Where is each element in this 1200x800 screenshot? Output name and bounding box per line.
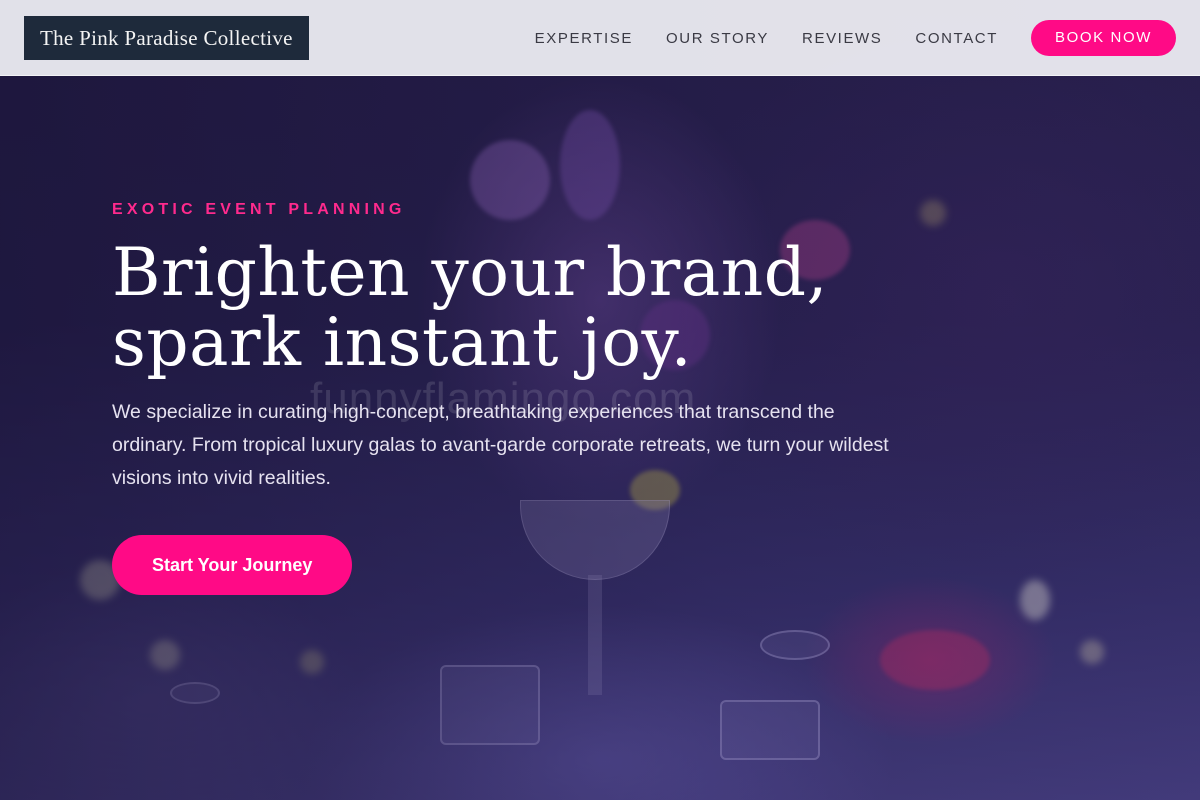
nav-link-reviews[interactable]: REVIEWS <box>802 30 882 47</box>
page: funnyflamingo.com The Pink Paradise Coll… <box>0 0 1200 800</box>
hero-eyebrow: EXOTIC EVENT PLANNING <box>112 201 406 218</box>
nav-link-expertise[interactable]: EXPERTISE <box>535 30 633 47</box>
site-logo[interactable]: The Pink Paradise Collective <box>24 16 309 60</box>
book-now-button[interactable]: BOOK NOW <box>1031 20 1176 56</box>
hero-headline-line-1: Brighten your brand, <box>112 234 828 311</box>
hero-headline-line-2: spark instant joy. <box>112 304 693 381</box>
hero-intro-text: We specialize in curating high-concept, … <box>112 401 889 489</box>
main-nav: EXPERTISE OUR STORY REVIEWS CONTACT BOOK… <box>535 20 1176 56</box>
start-journey-button[interactable]: Start Your Journey <box>112 535 353 595</box>
hero-content: EXOTIC EVENT PLANNING Brighten your bran… <box>112 198 912 595</box>
nav-link-our-story[interactable]: OUR STORY <box>666 30 769 47</box>
site-header: The Pink Paradise Collective EXPERTISE O… <box>0 0 1200 76</box>
hero-headline: Brighten your brand, spark instant joy. <box>112 238 912 378</box>
nav-link-contact[interactable]: CONTACT <box>915 30 998 47</box>
